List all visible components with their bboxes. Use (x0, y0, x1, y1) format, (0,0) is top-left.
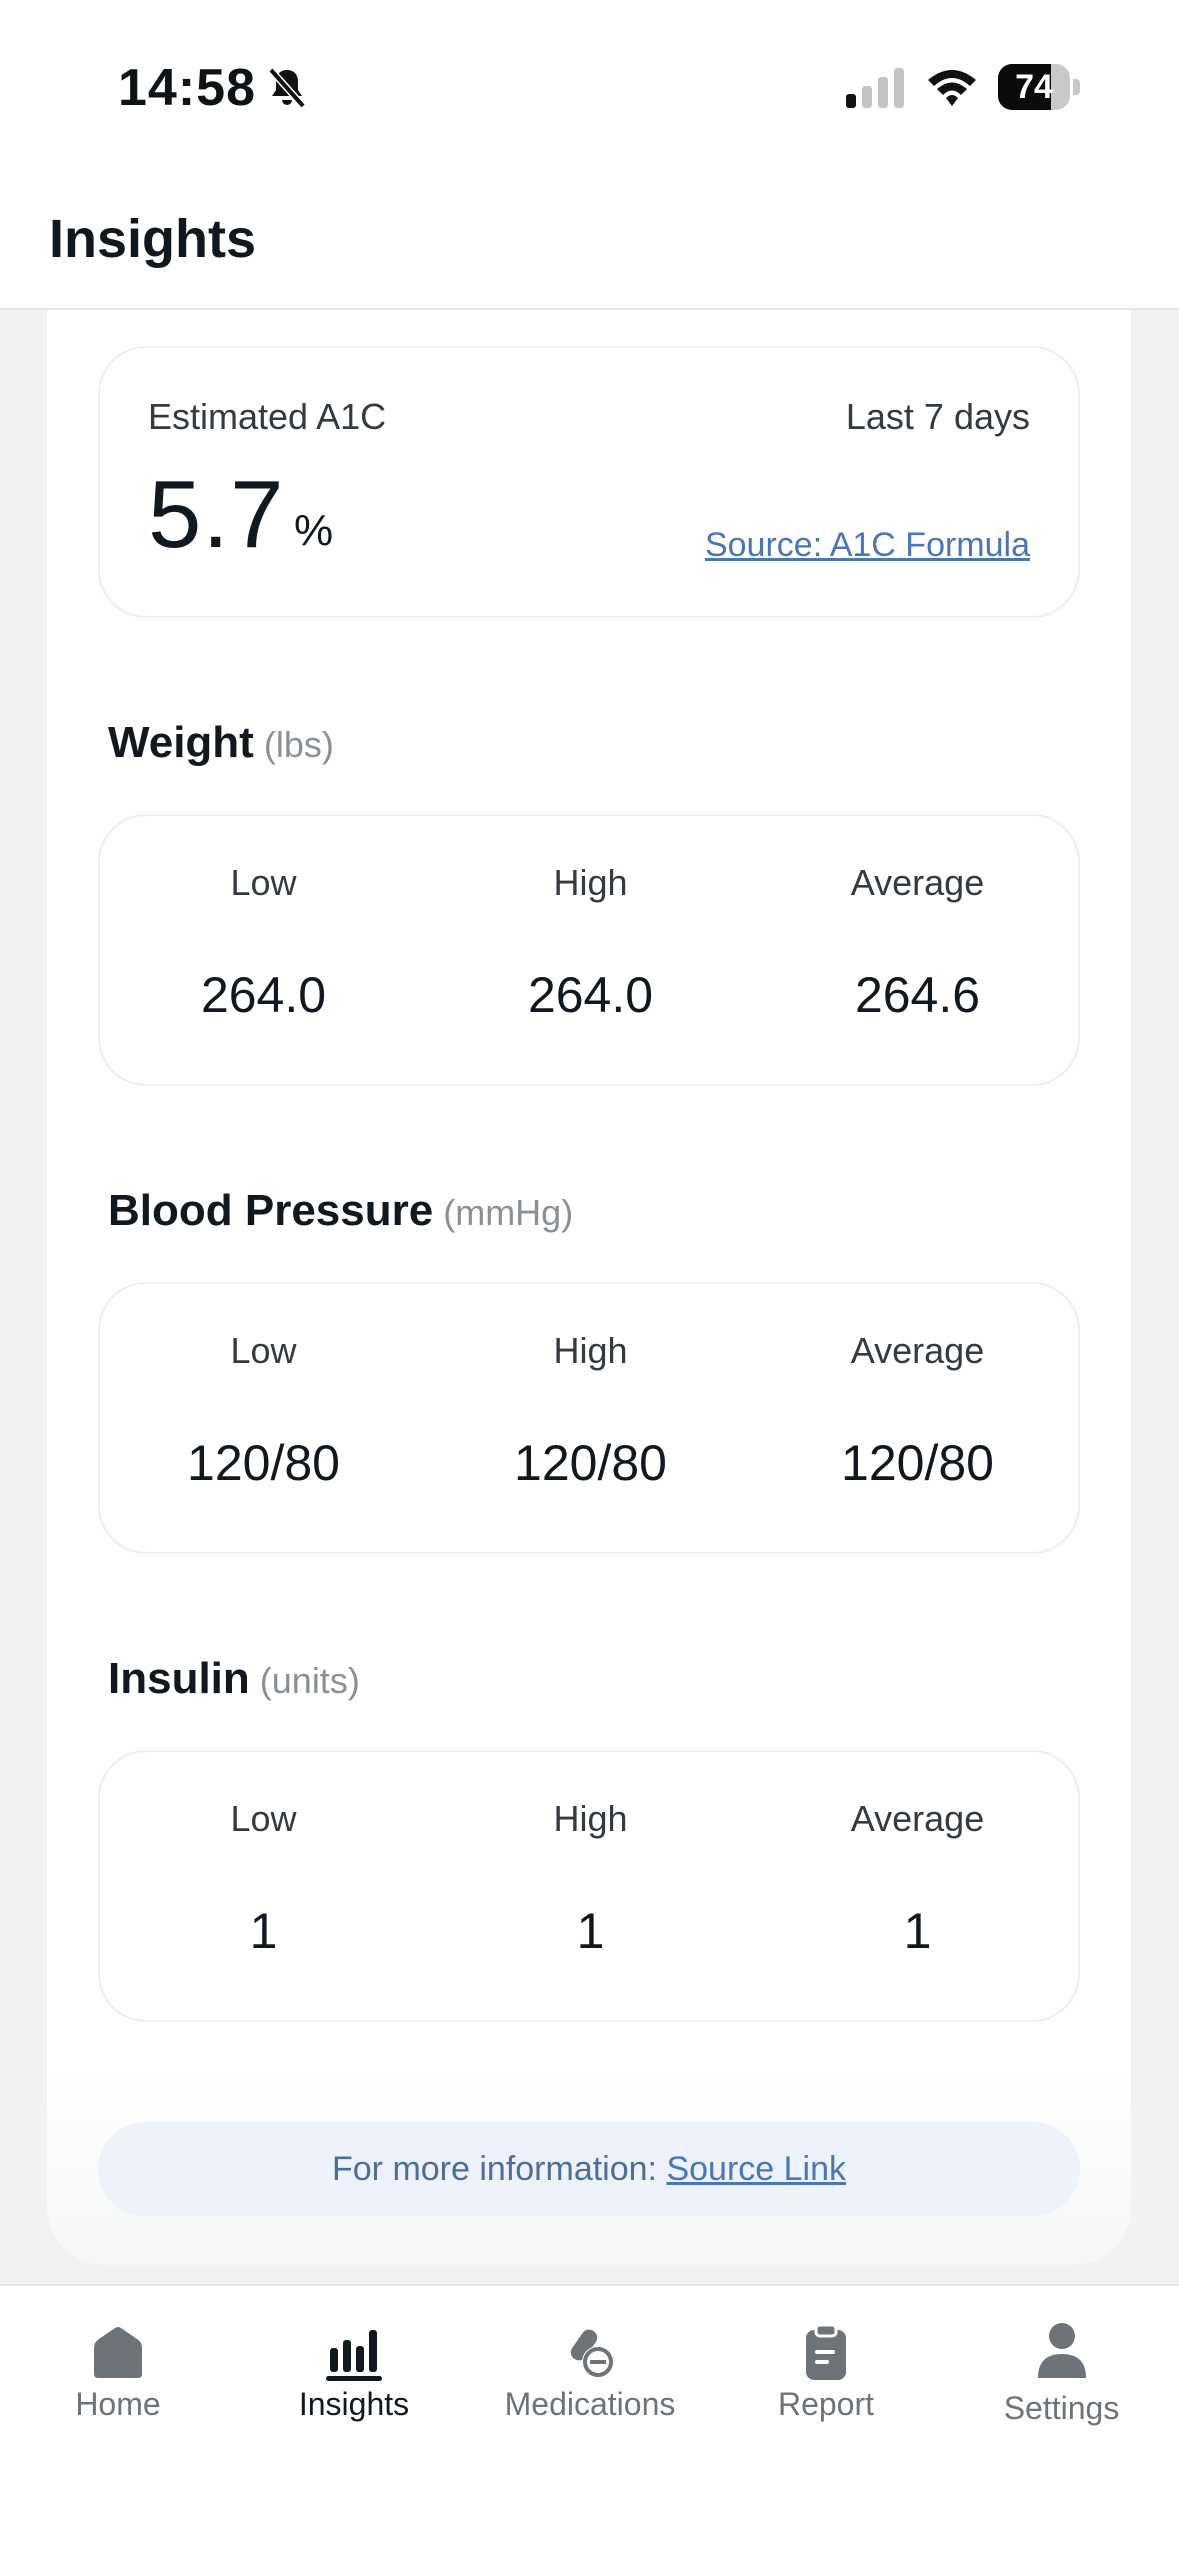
person-icon (1038, 2323, 1086, 2378)
insulin-average: Average 1 (754, 1752, 1081, 2024)
tab-report[interactable]: Report (708, 2286, 944, 2486)
a1c-source-link[interactable]: Source: A1C Formula (705, 526, 1030, 565)
tab-bar: Home Insights Medications Report Setting… (0, 2284, 1179, 2558)
tab-home-label: Home (75, 2386, 161, 2422)
stat-value: 120/80 (841, 1435, 994, 1491)
tab-settings[interactable]: Settings (944, 2286, 1179, 2486)
stat-value: 264.0 (527, 967, 654, 1023)
tab-report-label: Report (777, 2386, 875, 2422)
stat-value: 1 (903, 1903, 932, 1959)
stat-value: 1 (576, 1903, 605, 1959)
battery-indicator: 74 (998, 64, 1080, 110)
wifi-icon (928, 70, 976, 106)
bell-muted-icon (268, 67, 306, 109)
insulin-stats-card: Low 1 High 1 Average 1 (98, 1750, 1080, 2022)
blood-pressure-low: Low 120/80 (100, 1284, 427, 1556)
stat-label: High (553, 1798, 628, 1839)
status-time: 14:58 (118, 59, 256, 117)
stat-label: Average (850, 1798, 985, 1839)
stat-value: 264.0 (200, 967, 327, 1023)
stat-label: Low (230, 862, 297, 903)
tab-insights[interactable]: Insights (236, 2286, 472, 2486)
weight-low: Low 264.0 (100, 816, 427, 1088)
stat-label: Low (230, 1798, 297, 1839)
stat-value: 120/80 (187, 1435, 340, 1491)
a1c-card: Estimated A1C Last 7 days 5.7 % Source: … (98, 346, 1080, 618)
tab-settings-label: Settings (1003, 2390, 1120, 2426)
source-link[interactable]: Source Link (666, 2150, 846, 2188)
pills-icon (570, 2329, 614, 2378)
clipboard-icon (806, 2323, 846, 2380)
stat-value: 264.6 (854, 967, 981, 1023)
blood-pressure-unit: (mmHg) (443, 1192, 574, 1233)
blood-pressure-high: High 120/80 (427, 1284, 754, 1556)
stat-label: High (553, 862, 628, 903)
battery-percent: 74 (1015, 68, 1053, 106)
tab-home[interactable]: Home (0, 2286, 236, 2486)
stat-label: Average (850, 862, 985, 903)
cellular-signal-icon (846, 68, 904, 108)
a1c-period: Last 7 days (845, 396, 1030, 437)
a1c-value: 5.7 (148, 461, 285, 568)
stat-label: Average (850, 1330, 985, 1371)
stat-label: High (553, 1330, 628, 1371)
bar-chart-icon (326, 2330, 382, 2381)
blood-pressure-average: Average 120/80 (754, 1284, 1081, 1556)
insulin-unit: (units) (259, 1660, 360, 1701)
weight-high: High 264.0 (427, 816, 754, 1088)
tab-medications[interactable]: Medications (472, 2286, 708, 2486)
page-title: Insights (49, 209, 257, 269)
weight-unit: (lbs) (263, 724, 334, 765)
more-info-text: For more information: (332, 2150, 657, 2188)
insulin-low: Low 1 (100, 1752, 427, 2024)
a1c-unit: % (294, 506, 334, 555)
weight-title: Weight (108, 718, 254, 767)
tab-medications-label: Medications (504, 2386, 676, 2422)
a1c-label: Estimated A1C (148, 396, 387, 437)
blood-pressure-title: Blood Pressure (108, 1186, 434, 1235)
stat-value: 120/80 (514, 1435, 667, 1491)
more-info-banner: For more information: Source Link (98, 2122, 1080, 2216)
weight-average: Average 264.6 (754, 816, 1081, 1088)
insulin-title: Insulin (108, 1654, 250, 1703)
tab-insights-label: Insights (298, 2386, 410, 2422)
page-header: Insights (0, 180, 1179, 310)
home-icon (94, 2327, 142, 2378)
blood-pressure-section-title: Blood Pressure (mmHg) (108, 1186, 573, 1236)
stat-label: Low (230, 1330, 297, 1371)
status-bar: 14:58 74 (0, 0, 1179, 180)
insulin-section-title: Insulin (units) (108, 1654, 360, 1704)
weight-section-title: Weight (lbs) (108, 718, 334, 768)
stat-value: 1 (249, 1903, 278, 1959)
insulin-high: High 1 (427, 1752, 754, 2024)
blood-pressure-stats-card: Low 120/80 High 120/80 Average 120/80 (98, 1282, 1080, 1554)
weight-stats-card: Low 264.0 High 264.0 Average 264.6 (98, 814, 1080, 1086)
